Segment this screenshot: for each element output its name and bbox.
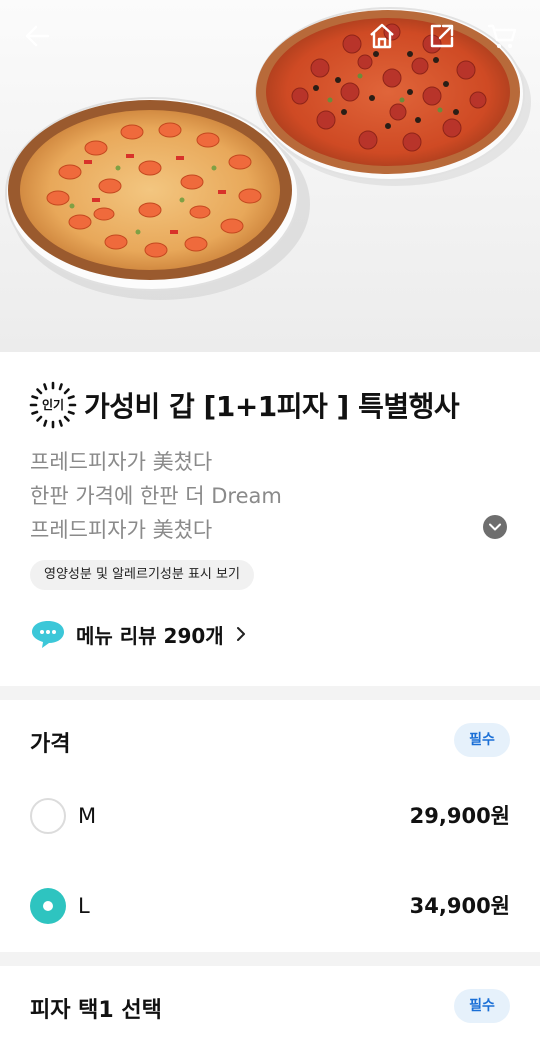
product-hero-image (0, 0, 540, 352)
speech-bubble-icon (32, 621, 64, 648)
back-button[interactable] (15, 14, 59, 58)
chevron-down-icon (489, 523, 501, 531)
product-info: 인기 가성비 갑 [1+1피자 ] 특별행사 프레드피자가 美쳤다 한판 가격에… (0, 352, 540, 686)
home-button[interactable] (360, 14, 404, 58)
top-navigation-bar (0, 0, 540, 72)
nutrition-allergy-button[interactable]: 영양성분 및 알레르기성분 표시 보기 (30, 560, 254, 590)
required-badge: 필수 (454, 723, 510, 757)
price-option-m[interactable]: M 29,900원 (0, 781, 540, 851)
price-section-title: 가격 (30, 732, 71, 757)
cart-icon (487, 24, 517, 48)
radio-button-selected[interactable] (30, 888, 66, 924)
product-description: 프레드피자가 美쳤다 한판 가격에 한판 더 Dream 프레드피자가 美쳤다 (30, 445, 490, 547)
home-icon (370, 23, 394, 49)
popular-badge: 인기 (28, 380, 78, 430)
popular-badge-label: 인기 (41, 398, 65, 412)
expand-description-button[interactable] (483, 515, 507, 539)
price-section: 가격 필수 M 29,900원 L 34,900원 (0, 700, 540, 952)
product-title: 가성비 갑 [1+1피자 ] 특별행사 (84, 390, 460, 423)
menu-review-link[interactable]: 메뉴 리뷰 290개 (30, 618, 246, 650)
cart-button[interactable] (480, 14, 524, 58)
chevron-right-icon (236, 627, 245, 641)
description-line: 프레드피자가 美쳤다 (30, 518, 213, 542)
menu-review-label: 메뉴 리뷰 290개 (76, 623, 224, 648)
arrow-left-icon (25, 25, 50, 47)
option-label: M (78, 804, 97, 828)
option-price: 29,900원 (409, 804, 510, 828)
pizza-section-title: 피자 택1 선택 (30, 998, 162, 1023)
required-badge: 필수 (454, 989, 510, 1023)
share-icon (430, 24, 454, 48)
option-price: 34,900원 (409, 894, 510, 918)
product-title-row: 인기 가성비 갑 [1+1피자 ] 특별행사 (28, 380, 460, 430)
description-line: 한판 가격에 한판 더 Dream (30, 484, 282, 508)
section-divider (0, 952, 540, 966)
share-button[interactable] (420, 14, 464, 58)
price-option-l[interactable]: L 34,900원 (0, 871, 540, 941)
description-line: 프레드피자가 美쳤다 (30, 450, 213, 474)
option-label: L (78, 894, 90, 918)
pizza-select-section: 피자 택1 선택 필수 (0, 966, 540, 1048)
radio-button[interactable] (30, 798, 66, 834)
section-divider (0, 686, 540, 700)
